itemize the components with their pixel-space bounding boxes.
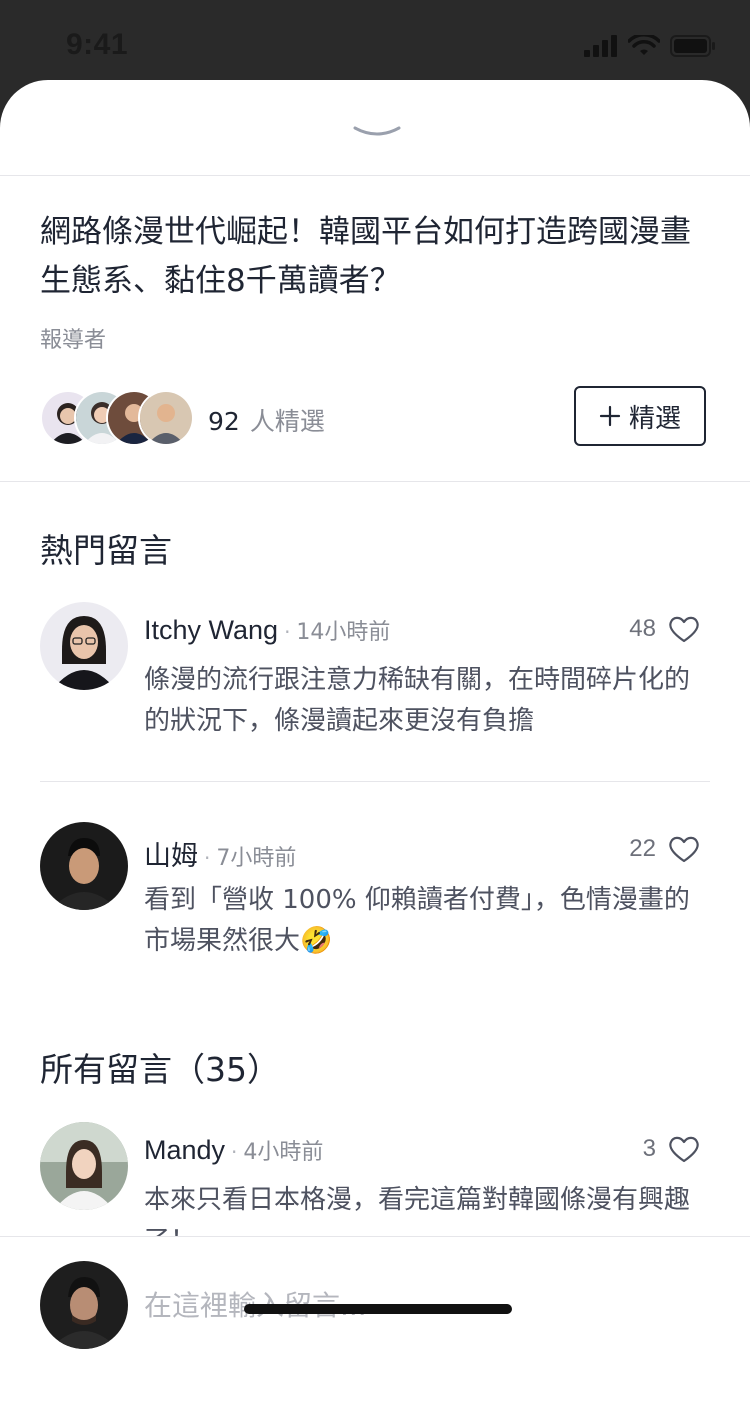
like-control[interactable]: 22 [629,834,700,864]
comment-author[interactable]: Itchy Wang [144,615,278,646]
divider [0,481,750,482]
add-pick-label: 精選 [628,402,681,433]
heart-icon[interactable] [668,1134,700,1164]
battery-icon [670,35,715,57]
like-control[interactable]: 48 [629,614,700,644]
all-comments-title: 所有留言（35） [40,1050,280,1089]
picks-label: 人精選 [249,407,325,436]
comment-text: 看到「營收 100% 仰賴讀者付費」，色情漫畫的市場果然很大🤣 [144,885,690,956]
home-indicator[interactable] [244,1304,512,1314]
status-icons [584,34,716,58]
separator-dot: · [204,846,211,870]
separator-dot: · [284,620,291,644]
comment-time: 14小時前 [296,620,391,645]
avatar[interactable] [40,822,128,910]
like-control[interactable]: 3 [643,1134,700,1164]
divider [0,175,750,176]
plus-icon [599,405,621,427]
article-title[interactable]: 網路條漫世代崛起！韓國平台如何打造跨國漫畫生態系、黏住8千萬讀者？ [40,208,710,306]
heart-icon[interactable] [668,834,700,864]
status-bar: 9:41 [0,0,750,90]
like-count: 48 [629,615,656,642]
wifi-icon [628,35,660,55]
picks-number: 92 [208,407,240,436]
like-count: 22 [629,835,656,862]
comments-sheet: 網路條漫世代崛起！韓國平台如何打造跨國漫畫生態系、黏住8千萬讀者？ 報導者 92… [0,80,750,1416]
picker-avatars[interactable] [40,390,200,446]
article-byline[interactable]: 報導者 [40,322,106,354]
picks-count: 92 人精選 [208,402,325,438]
add-pick-button[interactable]: 精選 [574,386,706,446]
comment-item: 山姆 · 7小時前 22 看到「營收 100% 仰賴讀者付費」，色情漫畫的市場果… [40,822,710,972]
comment-text: 條漫的流行跟注意力稀缺有關，在時間碎片化的的狀況下，條漫讀起來更沒有負擔 [144,665,691,736]
avatar[interactable] [40,1122,128,1210]
hot-comments-title: 熱門留言 [40,531,172,570]
avatar [138,390,194,446]
divider [40,781,710,782]
separator-dot: · [231,1140,238,1164]
chevron-down-icon[interactable] [353,124,401,140]
comment-time: 4小時前 [243,1140,324,1165]
comment-author[interactable]: 山姆 [144,834,198,873]
signal-icon [584,35,617,57]
like-count: 3 [642,1135,656,1162]
current-user-avatar[interactable] [40,1261,128,1349]
heart-icon[interactable] [668,614,700,644]
comment-item: Itchy Wang · 14小時前 48 條漫的流行跟注意力稀缺有關，在時間碎… [40,602,710,752]
avatar[interactable] [40,602,128,690]
comment-composer [0,1236,750,1416]
comment-author[interactable]: Mandy [144,1135,225,1166]
status-time: 9:41 [66,28,129,61]
comment-time: 7小時前 [216,846,297,871]
